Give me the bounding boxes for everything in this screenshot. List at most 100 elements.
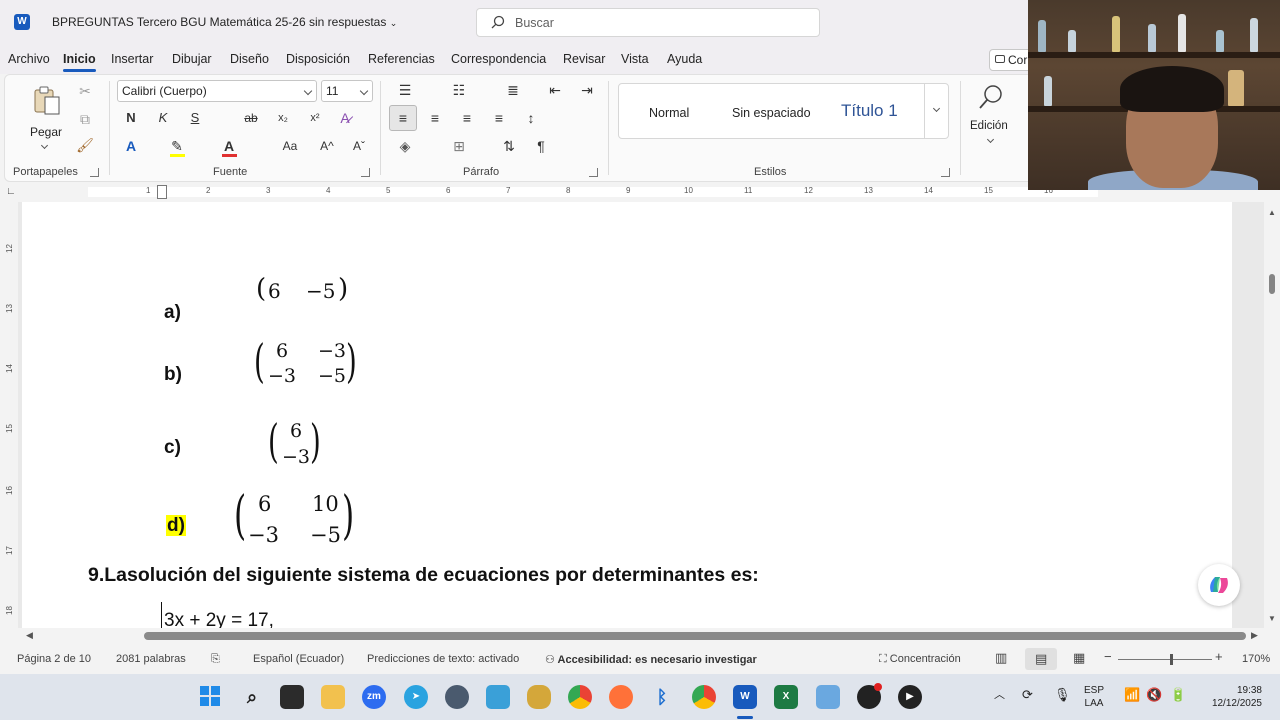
change-case-button[interactable]: Aa <box>275 136 305 156</box>
horizontal-scroll-thumb[interactable] <box>144 632 1246 640</box>
battery-icon[interactable]: 🔋 <box>1170 688 1186 701</box>
search-box[interactable]: Buscar <box>476 8 820 37</box>
start-icon[interactable] <box>198 685 222 709</box>
chrome-profile-icon[interactable] <box>692 685 716 709</box>
decrease-indent-icon[interactable]: ⇤ <box>545 80 565 100</box>
tab-revisar[interactable]: Revisar <box>563 52 605 66</box>
app-icon[interactable] <box>527 685 551 709</box>
bold-button[interactable]: N <box>121 108 141 128</box>
increase-indent-icon[interactable]: ⇥ <box>577 80 597 100</box>
file-explorer-icon[interactable] <box>321 685 345 709</box>
excel-icon[interactable]: X <box>774 685 798 709</box>
highlight-icon[interactable]: ✎ <box>167 136 187 156</box>
cut-icon[interactable]: ✂ <box>75 81 95 101</box>
indent-marker[interactable] <box>157 185 167 199</box>
bluetooth-icon[interactable]: ᛒ <box>650 685 674 709</box>
font-launcher-icon[interactable] <box>361 168 370 177</box>
print-layout-button[interactable]: ▤ <box>1025 648 1057 670</box>
app-icon[interactable] <box>816 685 840 709</box>
tab-archivo[interactable]: Archivo <box>8 52 50 66</box>
clear-formatting-icon[interactable]: A̷ <box>335 108 355 128</box>
grow-font-button[interactable]: A^ <box>317 136 337 156</box>
volume-muted-icon[interactable]: 🔇 <box>1146 688 1162 701</box>
scroll-down-icon[interactable]: ▼ <box>1268 614 1276 623</box>
line-spacing-icon[interactable]: ↕ <box>521 108 541 128</box>
tab-referencias[interactable]: Referencias <box>368 52 435 66</box>
strikethrough-button[interactable]: ab <box>241 108 261 128</box>
paragraph-launcher-icon[interactable] <box>589 168 598 177</box>
scroll-right-icon[interactable]: ▶ <box>1251 630 1258 641</box>
style-titulo-1[interactable]: Título 1 <box>841 101 898 121</box>
style-sin-espaciado[interactable]: Sin espaciado <box>732 106 811 120</box>
accessibility-status[interactable]: ⚇ Accesibilidad: es necesario investigar <box>545 653 757 666</box>
tab-dibujar[interactable]: Dibujar <box>172 52 212 66</box>
chrome-icon[interactable] <box>568 685 592 709</box>
tab-vista[interactable]: Vista <box>621 52 649 66</box>
horizontal-scrollbar[interactable]: ◀ ▶ <box>0 628 1264 644</box>
sync-icon[interactable]: ⟳ <box>1022 688 1033 701</box>
app-icon[interactable] <box>445 685 469 709</box>
microphone-icon[interactable]: 🎙 <box>1054 688 1071 701</box>
tab-insertar[interactable]: Insertar <box>111 52 153 66</box>
scroll-up-icon[interactable]: ▲ <box>1268 208 1276 217</box>
editing-button[interactable]: Edición <box>967 81 1015 151</box>
align-right-icon[interactable]: ≡ <box>457 108 477 128</box>
tab-inicio[interactable]: Inicio <box>63 52 96 72</box>
telegram-icon[interactable]: ➤ <box>404 685 428 709</box>
clipboard-launcher-icon[interactable] <box>90 168 99 177</box>
wifi-icon[interactable]: 📶 <box>1124 688 1140 701</box>
tab-stop-selector[interactable]: ∟ <box>6 186 16 197</box>
styles-launcher-icon[interactable] <box>941 168 950 177</box>
copy-icon[interactable]: ⧉ <box>75 109 95 129</box>
task-view-icon[interactable] <box>280 685 304 709</box>
shrink-font-button[interactable]: Aˇ <box>349 136 369 156</box>
zoom-level[interactable]: 170% <box>1242 653 1270 665</box>
copilot-button[interactable] <box>1198 564 1240 606</box>
styles-more-button[interactable] <box>924 83 949 139</box>
align-left-button[interactable]: ≡ <box>389 105 417 131</box>
vertical-scroll-thumb[interactable] <box>1269 274 1275 294</box>
style-normal[interactable]: Normal <box>649 106 689 120</box>
font-size-dropdown[interactable]: 11 <box>321 80 373 102</box>
media-player-icon[interactable]: ▶ <box>898 685 922 709</box>
zoom-slider-thumb[interactable] <box>1170 654 1173 665</box>
text-predictions[interactable]: Predicciones de texto: activado <box>367 653 519 665</box>
chevron-up-icon[interactable]: ︿ <box>994 689 1005 702</box>
tab-diseno[interactable]: Diseño <box>230 52 269 66</box>
scroll-left-icon[interactable]: ◀ <box>26 630 33 641</box>
document-page[interactable]: a) ( 6 −5 ) b) ( 6 −3 −3 −5 ) c) ( 6 −3 … <box>22 202 1232 628</box>
show-marks-icon[interactable]: ¶ <box>531 136 551 156</box>
shading-icon[interactable]: ◈ <box>395 136 415 156</box>
word-taskbar-icon[interactable]: W <box>733 685 757 709</box>
firefox-icon[interactable] <box>609 685 633 709</box>
vertical-scrollbar[interactable]: ▲ ▼ <box>1264 202 1280 628</box>
bullets-icon[interactable]: ☰ <box>395 80 415 100</box>
multilevel-list-icon[interactable]: ≣ <box>503 80 523 100</box>
text-effects-icon[interactable]: A <box>121 136 141 156</box>
focus-mode-button[interactable]: ⛶ Concentración <box>879 653 961 666</box>
tab-correspondencia[interactable]: Correspondencia <box>451 52 546 66</box>
clock[interactable]: 19:38 12/12/2025 <box>1200 684 1262 710</box>
zoom-in-icon[interactable]: + <box>1215 649 1223 664</box>
tab-disposicion[interactable]: Disposición <box>286 52 350 66</box>
tab-ayuda[interactable]: Ayuda <box>667 52 702 66</box>
page-count[interactable]: Página 2 de 10 <box>17 653 91 665</box>
justify-icon[interactable]: ≡ <box>489 108 509 128</box>
zoom-out-icon[interactable]: − <box>1104 649 1112 664</box>
align-center-icon[interactable]: ≡ <box>425 108 445 128</box>
language-indicator[interactable]: ESP LAA <box>1084 684 1104 710</box>
numbering-icon[interactable]: ☷ <box>449 80 469 100</box>
proofing-icon[interactable]: ⎘ <box>211 653 220 666</box>
paste-button[interactable]: Pegar <box>25 83 65 150</box>
app-icon[interactable] <box>486 685 510 709</box>
borders-icon[interactable]: ⊞ <box>449 136 469 156</box>
superscript-button[interactable]: x² <box>305 108 325 128</box>
word-count[interactable]: 2081 palabras <box>116 653 186 665</box>
font-color-icon[interactable]: A <box>219 136 239 156</box>
format-painter-icon[interactable]: 🖌 <box>75 135 95 155</box>
search-icon[interactable]: ⌕ <box>240 685 264 709</box>
subscript-button[interactable]: x₂ <box>273 108 293 128</box>
read-mode-icon[interactable]: ▥ <box>995 650 1007 666</box>
sort-icon[interactable]: ⇅ <box>499 136 519 156</box>
document-title[interactable]: BPREGUNTAS Tercero BGU Matemática 25-26 … <box>52 15 397 29</box>
